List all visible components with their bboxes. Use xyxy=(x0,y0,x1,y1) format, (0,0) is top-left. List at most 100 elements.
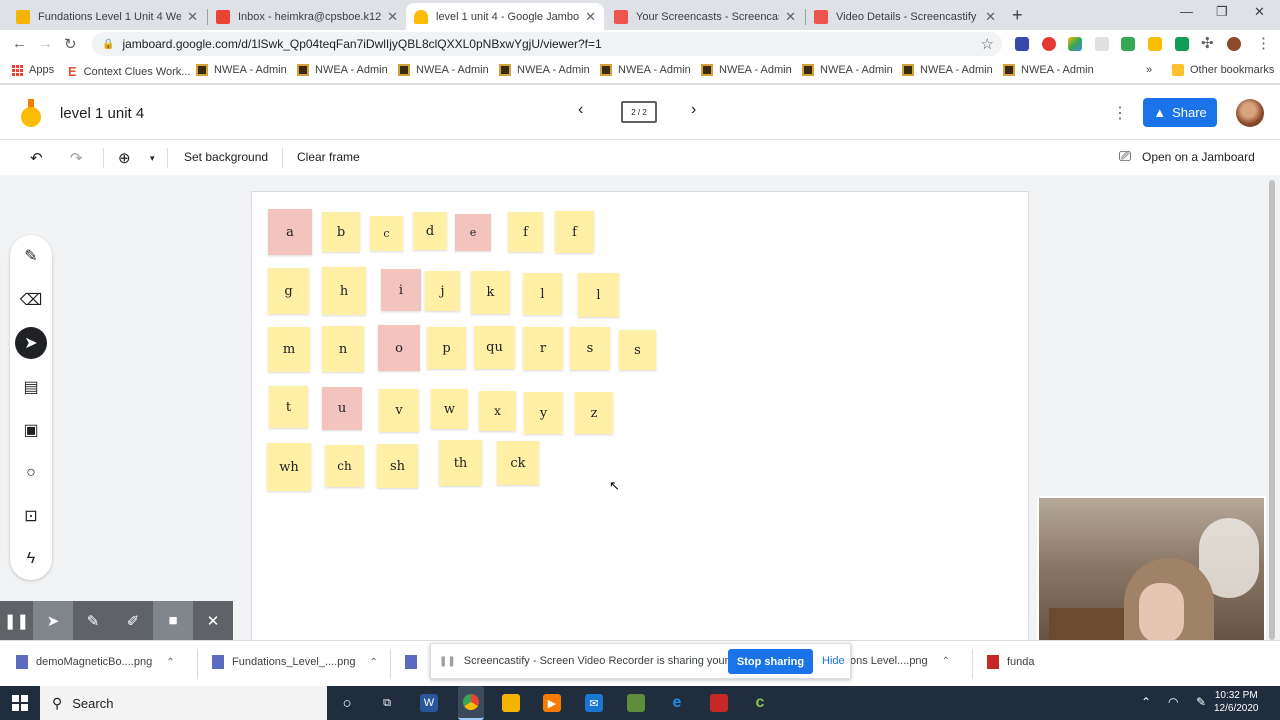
sticky-note[interactable]: c xyxy=(370,216,403,251)
zoom-icon[interactable]: ⊕ xyxy=(118,149,131,167)
extension-icon[interactable] xyxy=(1095,37,1109,51)
pen-icon[interactable]: ✎ xyxy=(73,601,113,640)
sticky-note[interactable]: s xyxy=(570,327,610,370)
highlighter-icon[interactable]: ✐ xyxy=(113,601,153,640)
sticky-note[interactable]: v xyxy=(379,389,419,432)
sticky-note[interactable]: b xyxy=(322,212,360,252)
image-tool-icon[interactable]: ▣ xyxy=(15,414,47,446)
minimize-icon[interactable]: — xyxy=(1180,4,1193,19)
sticky-note[interactable]: j xyxy=(425,271,460,311)
puzzle-icon[interactable]: ✣ xyxy=(1201,34,1214,52)
clear-frame-button[interactable]: Clear frame xyxy=(297,150,360,164)
forward-icon[interactable]: → xyxy=(38,35,53,52)
page-title[interactable]: level 1 unit 4 xyxy=(60,105,144,122)
share-button[interactable]: ▲ Share xyxy=(1143,98,1217,127)
sticky-note[interactable]: d xyxy=(413,212,447,250)
download-item[interactable]: demoMagneticBo....png ⌃ xyxy=(16,655,175,669)
bookmark-nwea[interactable]: NWEA - Admin xyxy=(1003,64,1094,76)
drive-icon[interactable] xyxy=(1068,37,1082,51)
chrome-icon[interactable] xyxy=(458,686,484,720)
window-close-icon[interactable]: ✕ xyxy=(1254,4,1265,20)
sticky-note[interactable]: x xyxy=(479,391,516,431)
menu-icon[interactable]: ⋮ xyxy=(1256,34,1271,52)
close-icon[interactable]: ✕ xyxy=(193,601,233,640)
text-box-tool-icon[interactable]: ⊡ xyxy=(15,500,47,532)
sticky-note[interactable]: ck xyxy=(497,441,539,485)
bookmark-nwea[interactable]: NWEA - Admin xyxy=(600,64,691,76)
tab-inbox[interactable]: Inbox - heimkra@cpsboe.k12.oh. ✕ xyxy=(208,3,406,30)
sticky-note[interactable]: ch xyxy=(325,445,364,487)
sticky-note[interactable]: e xyxy=(455,214,491,251)
cursor-icon[interactable]: ➤ xyxy=(33,601,73,640)
file-explorer-icon[interactable] xyxy=(502,694,520,712)
sheets-icon[interactable] xyxy=(1175,37,1189,51)
sticky-note[interactable]: k xyxy=(471,271,510,314)
bookmark-nwea[interactable]: NWEA - Admin xyxy=(398,64,489,76)
bookmark-nwea[interactable]: NWEA - Admin xyxy=(802,64,893,76)
close-icon[interactable]: ✕ xyxy=(785,9,796,25)
sticky-note[interactable]: z xyxy=(575,392,613,434)
sticky-note[interactable]: wh xyxy=(267,443,311,491)
pen-tray-icon[interactable]: ✎ xyxy=(1196,695,1206,709)
tab-jamboard[interactable]: level 1 unit 4 - Google Jamboard ✕ xyxy=(406,3,604,30)
eraser-tool-icon[interactable]: ⌫ xyxy=(15,284,47,316)
open-on-jamboard-button[interactable]: Open on a Jamboard xyxy=(1142,150,1255,164)
tab-video-details[interactable]: Video Details - Screencastify ✕ xyxy=(806,3,1004,30)
reload-icon[interactable]: ↻ xyxy=(64,35,77,53)
sticky-note[interactable]: sh xyxy=(377,444,418,488)
sticky-note[interactable]: r xyxy=(523,327,563,370)
tray-overflow-icon[interactable]: ⌃ xyxy=(1141,695,1151,709)
sticky-note[interactable]: f xyxy=(555,211,594,253)
camera-icon[interactable]: ■ xyxy=(153,601,193,640)
sticky-note[interactable]: s xyxy=(619,330,656,370)
chevron-up-icon[interactable]: ⌃ xyxy=(370,657,378,668)
sticky-note[interactable]: l xyxy=(523,273,562,315)
stop-sharing-button[interactable]: Stop sharing xyxy=(728,649,813,674)
more-options-icon[interactable]: ⋮ xyxy=(1112,103,1128,123)
sticky-note[interactable]: w xyxy=(431,389,468,429)
bookmark-context-clues[interactable]: E Context Clues Work... xyxy=(68,64,190,79)
minecraft-icon[interactable] xyxy=(627,694,645,712)
close-icon[interactable]: ✕ xyxy=(585,9,596,25)
sticky-note[interactable]: g xyxy=(268,268,309,314)
bookmark-nwea[interactable]: NWEA - Admin xyxy=(297,64,388,76)
sticky-note[interactable]: p xyxy=(427,327,466,369)
wifi-icon[interactable]: ◠ xyxy=(1168,695,1178,709)
vertical-scrollbar[interactable] xyxy=(1269,180,1275,640)
extension-green-icon[interactable] xyxy=(1121,37,1135,51)
sticky-note[interactable]: i xyxy=(381,269,421,311)
address-bar[interactable]: 🔒 jamboard.google.com/d/1lSwk_Qp04teqFan… xyxy=(92,32,1002,56)
sticky-note[interactable]: n xyxy=(322,326,364,372)
set-background-button[interactable]: Set background xyxy=(184,150,268,164)
hide-button[interactable]: Hide xyxy=(822,655,845,667)
circle-tool-icon[interactable]: ○ xyxy=(15,457,47,489)
previous-frame-icon[interactable]: ‹ xyxy=(578,101,583,119)
bookmark-apps[interactable]: Apps xyxy=(12,64,54,76)
download-item[interactable]: funda xyxy=(987,655,1035,669)
windows-start-icon[interactable] xyxy=(12,695,28,711)
back-icon[interactable]: ← xyxy=(12,35,27,52)
extension-yellow-icon[interactable] xyxy=(1148,37,1162,51)
profile-avatar-icon[interactable] xyxy=(1227,37,1241,51)
tab-screencasts[interactable]: Your Screencasts - Screencastify ✕ xyxy=(606,3,804,30)
frame-counter[interactable]: 2 / 2 xyxy=(621,101,657,123)
chevron-up-icon[interactable]: ⌃ xyxy=(166,657,174,668)
extension-screencastify-icon[interactable] xyxy=(1042,37,1056,51)
sticky-note[interactable]: f xyxy=(508,212,543,252)
zoom-dropdown-icon[interactable]: ▾ xyxy=(150,153,155,164)
jamboard-frame[interactable]: a b c d e f f g h i j k l l m n o p qu r… xyxy=(251,191,1029,641)
media-player-icon[interactable]: ▶ xyxy=(543,694,561,712)
pen-tool-icon[interactable]: ✎ xyxy=(15,240,47,272)
sticky-note-tool-icon[interactable]: ▤ xyxy=(15,371,47,403)
laser-tool-icon[interactable]: ϟ xyxy=(15,543,47,575)
sticky-note[interactable]: u xyxy=(322,387,362,430)
tab-fundations[interactable]: Fundations Level 1 Unit 4 Week ✕ xyxy=(8,3,206,30)
edge-icon[interactable]: e xyxy=(668,694,686,712)
undo-icon[interactable]: ↶ xyxy=(30,149,43,167)
other-bookmarks[interactable]: Other bookmarks xyxy=(1172,64,1274,76)
maximize-icon[interactable]: ❐ xyxy=(1216,4,1228,20)
close-icon[interactable]: ✕ xyxy=(187,9,198,25)
screencastify-taskbar-icon[interactable]: c xyxy=(751,694,769,712)
word-icon[interactable]: W xyxy=(420,694,438,712)
sticky-note[interactable]: y xyxy=(524,392,563,434)
